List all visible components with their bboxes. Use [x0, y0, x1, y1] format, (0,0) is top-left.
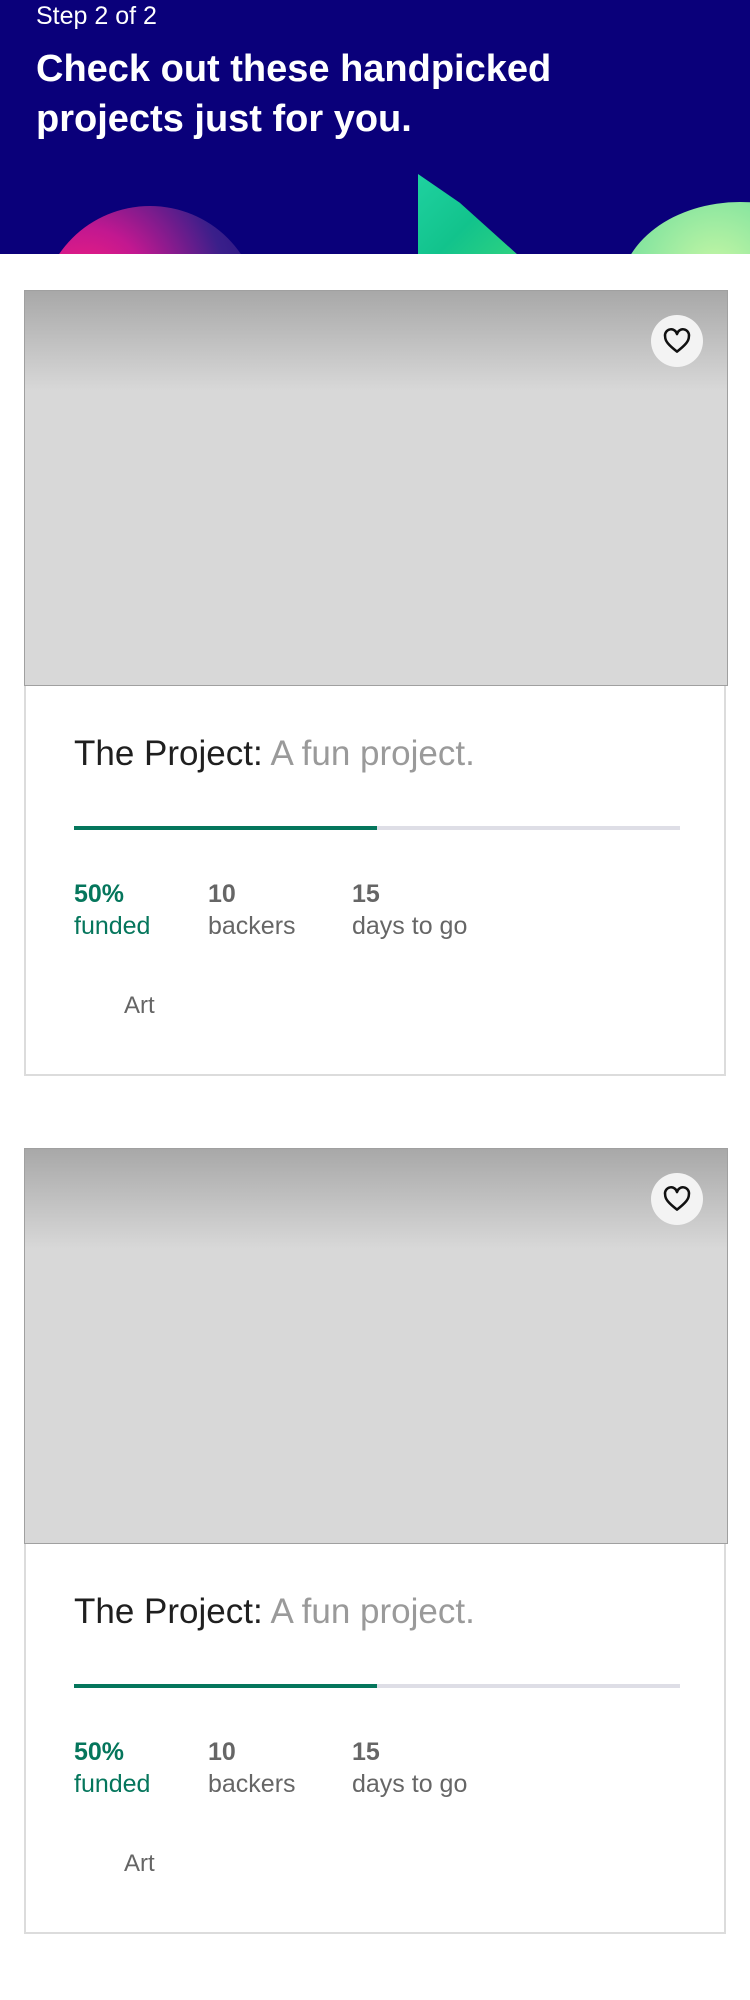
stat-days-to-go: 15 days to go [352, 1736, 467, 1800]
project-title[interactable]: The Project: A fun project. [74, 734, 475, 774]
funding-progress-fill [74, 1684, 377, 1688]
backers-count: 10 [208, 880, 236, 908]
stat-funded: 50% funded [74, 1736, 150, 1800]
save-project-button[interactable] [651, 1173, 703, 1225]
heart-icon [663, 1186, 691, 1211]
project-card[interactable]: The Project: A fun project. 50% funded 1… [24, 290, 728, 1076]
project-name: The Project: [74, 734, 263, 773]
backers-count: 10 [208, 1738, 236, 1766]
days-count: 15 [352, 1738, 380, 1766]
project-card[interactable]: The Project: A fun project. 50% funded 1… [24, 1148, 728, 1934]
days-label: days to go [352, 912, 468, 940]
backers-label: backers [208, 912, 296, 940]
funded-percent: 50% [74, 1738, 125, 1766]
page-title: Check out these handpicked projects just… [36, 48, 552, 140]
decorative-pink-circle [40, 206, 260, 254]
days-count: 15 [352, 880, 380, 908]
onboarding-header: Step 2 of 2 Check out these handpicked p… [0, 0, 750, 254]
days-label: days to go [352, 1770, 468, 1798]
decorative-lime-hill [620, 202, 750, 254]
funded-label: funded [74, 912, 151, 940]
project-category[interactable]: Art [124, 1850, 155, 1878]
funding-progress-bar [74, 826, 680, 830]
heart-icon [663, 328, 691, 353]
stat-backers: 10 backers [208, 878, 296, 942]
stat-backers: 10 backers [208, 1736, 296, 1800]
save-project-button[interactable] [651, 315, 703, 367]
project-blurb: A fun project. [270, 1592, 475, 1631]
funding-progress-bar [74, 1684, 680, 1688]
project-name: The Project: [74, 1592, 263, 1631]
project-image[interactable] [24, 290, 728, 686]
project-image[interactable] [24, 1148, 728, 1544]
stat-funded: 50% funded [74, 878, 150, 942]
funding-progress-fill [74, 826, 377, 830]
funded-percent: 50% [74, 880, 125, 908]
funded-label: funded [74, 1770, 151, 1798]
decorative-green-triangle [418, 174, 528, 254]
backers-label: backers [208, 1770, 296, 1798]
stat-days-to-go: 15 days to go [352, 878, 467, 942]
step-indicator: Step 2 of 2 [36, 2, 157, 30]
project-title[interactable]: The Project: A fun project. [74, 1592, 475, 1632]
project-blurb: A fun project. [270, 734, 475, 773]
project-category[interactable]: Art [124, 992, 155, 1020]
